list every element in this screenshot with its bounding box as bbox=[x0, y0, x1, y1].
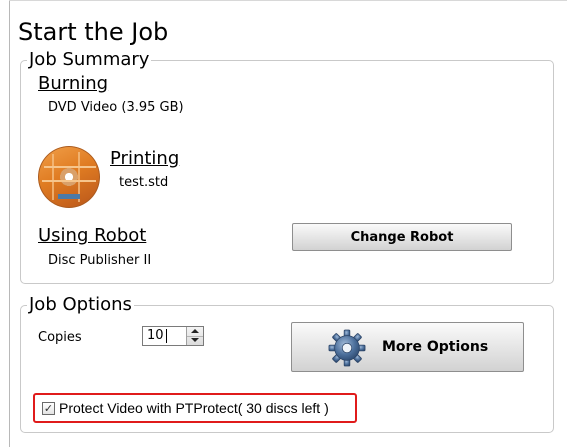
gear-icon bbox=[328, 329, 366, 367]
burning-value: DVD Video (3.95 GB) bbox=[48, 100, 184, 115]
window-top-border bbox=[9, 0, 567, 1]
using-robot-link[interactable]: Using Robot bbox=[38, 225, 146, 247]
copies-stepper[interactable]: 10 bbox=[142, 326, 204, 346]
checkmark-icon: ✓ bbox=[43, 402, 54, 415]
protect-video-label[interactable]: Protect Video with PTProtect( 30 discs l… bbox=[59, 399, 329, 417]
disc-label-thumbnail[interactable] bbox=[38, 146, 100, 208]
spin-down-arrow-icon[interactable] bbox=[187, 336, 203, 345]
window-left-border bbox=[9, 0, 10, 447]
text-caret bbox=[166, 329, 167, 343]
copies-label: Copies bbox=[38, 330, 82, 345]
protect-video-checkbox[interactable]: ✓ bbox=[42, 402, 55, 415]
copies-input[interactable]: 10 bbox=[147, 328, 164, 344]
more-options-button[interactable]: More Options bbox=[291, 322, 524, 372]
printing-value: test.std bbox=[119, 175, 169, 190]
job-summary-legend: Job Summary bbox=[29, 49, 150, 70]
printing-link[interactable]: Printing bbox=[110, 148, 179, 170]
robot-value: Disc Publisher II bbox=[48, 253, 152, 268]
change-robot-button[interactable]: Change Robot bbox=[292, 223, 512, 251]
job-options-legend: Job Options bbox=[29, 294, 132, 315]
stepper-arrows bbox=[186, 327, 203, 345]
page-title: Start the Job bbox=[18, 18, 169, 46]
burning-link[interactable]: Burning bbox=[38, 73, 108, 95]
more-options-label: More Options bbox=[382, 339, 489, 355]
